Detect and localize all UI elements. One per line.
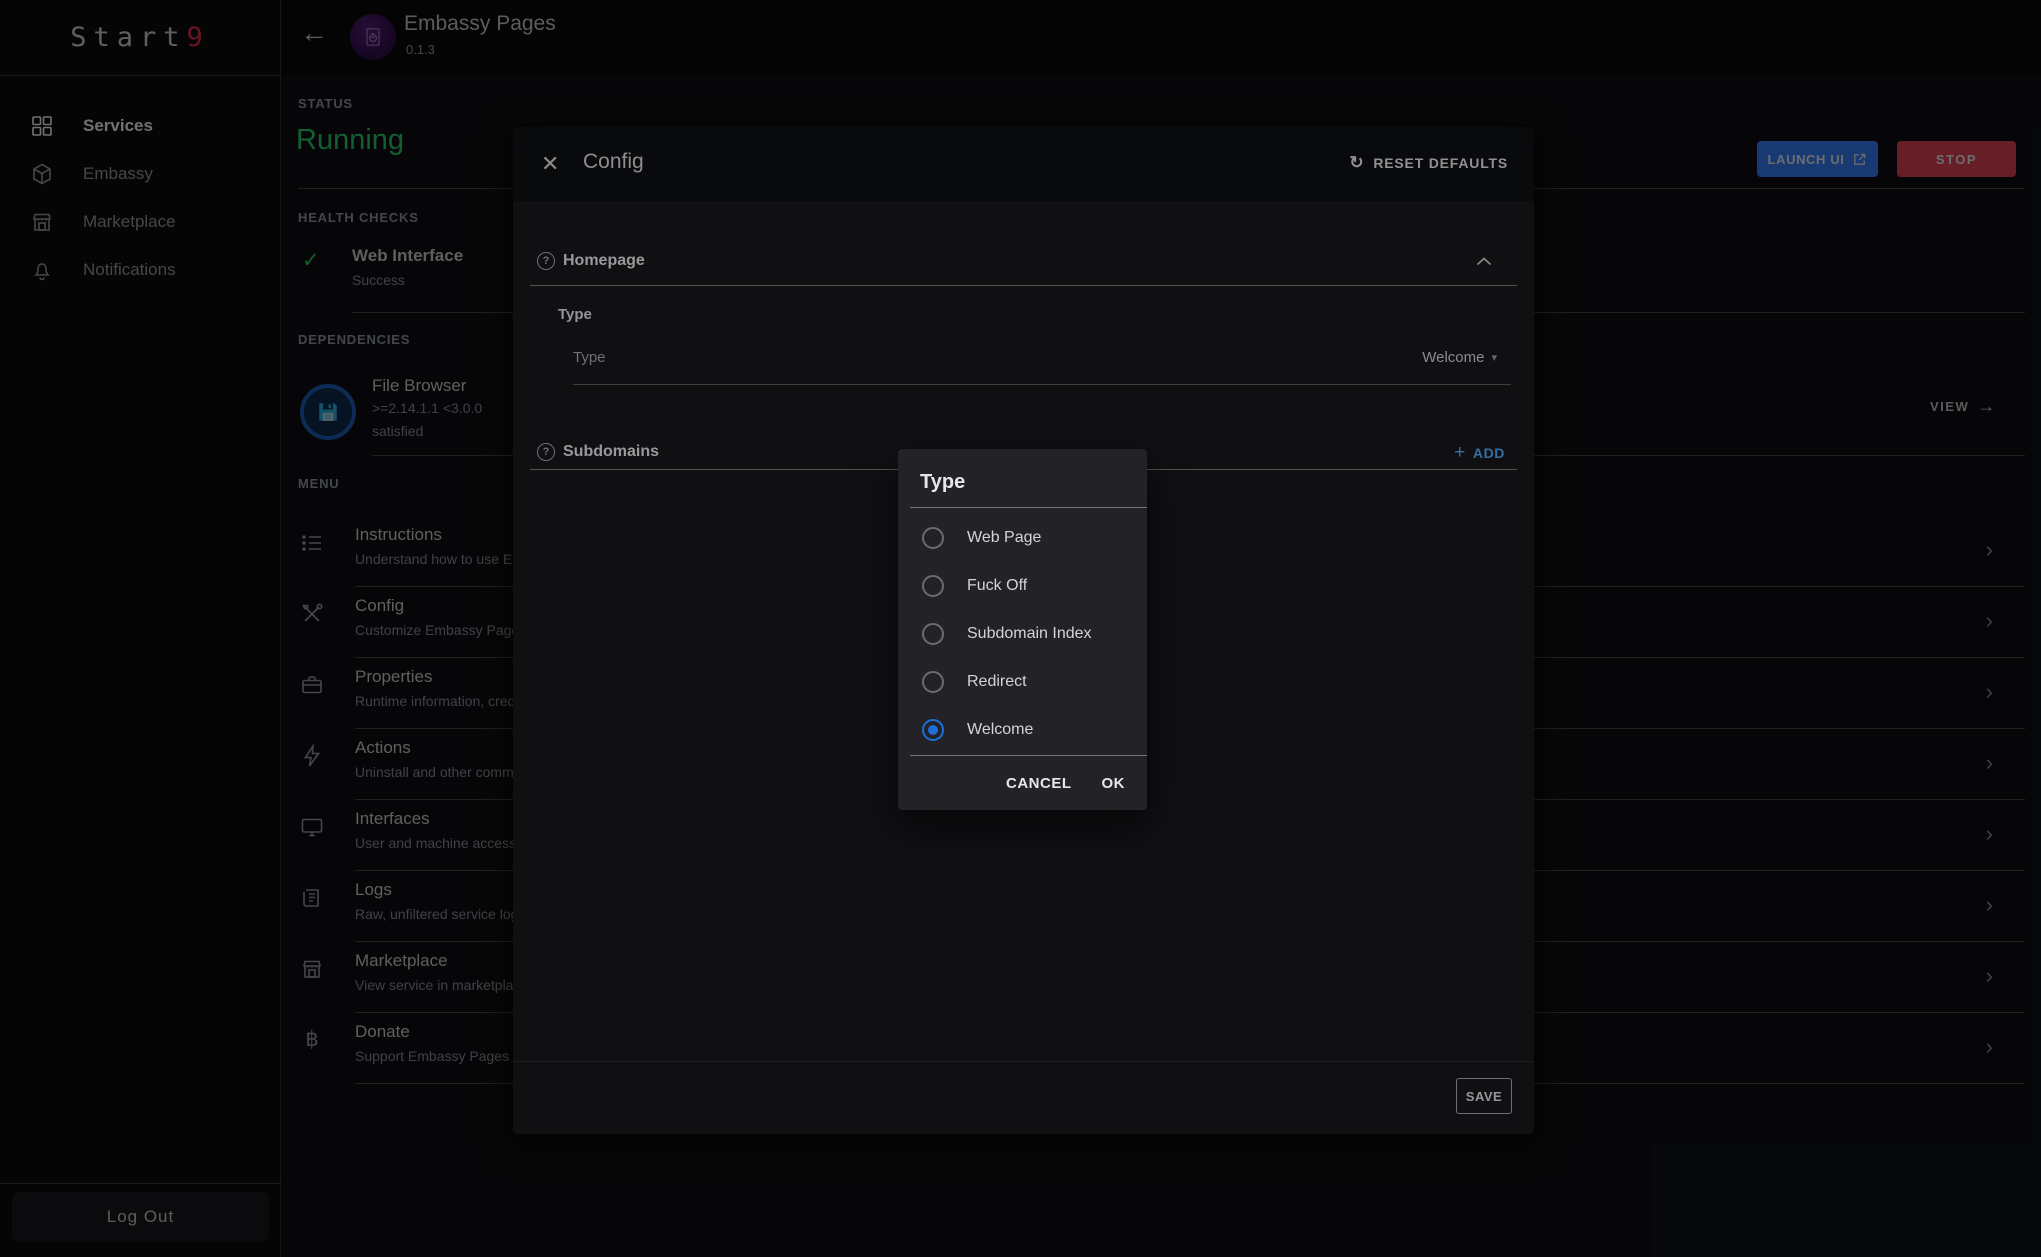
- cancel-button[interactable]: CANCEL: [1006, 775, 1072, 792]
- app-window: Start9 Services Embassy Marketplace No: [0, 0, 2041, 1257]
- divider: [910, 755, 1147, 756]
- radio-icon: [922, 623, 944, 645]
- radio-option-fuck-off[interactable]: Fuck Off: [898, 562, 1147, 610]
- radio-option-label: Subdomain Index: [967, 625, 1092, 643]
- ok-button[interactable]: OK: [1102, 775, 1126, 792]
- radio-icon: [922, 671, 944, 693]
- type-dialog: Type Web Page Fuck Off Subdomain Index R…: [898, 449, 1147, 810]
- radio-option-label: Fuck Off: [967, 577, 1027, 595]
- radio-icon: [922, 527, 944, 549]
- type-dialog-title: Type: [920, 471, 965, 494]
- radio-option-label: Web Page: [967, 529, 1041, 547]
- divider: [910, 507, 1147, 508]
- radio-option-web-page[interactable]: Web Page: [898, 514, 1147, 562]
- radio-option-label: Welcome: [967, 721, 1033, 739]
- radio-option-subdomain-index[interactable]: Subdomain Index: [898, 610, 1147, 658]
- radio-option-label: Redirect: [967, 673, 1027, 691]
- type-dialog-buttons: CANCEL OK: [898, 765, 1147, 801]
- radio-option-redirect[interactable]: Redirect: [898, 658, 1147, 706]
- radio-icon: [922, 575, 944, 597]
- radio-option-welcome[interactable]: Welcome: [898, 706, 1147, 754]
- radio-selected-icon: [922, 719, 944, 741]
